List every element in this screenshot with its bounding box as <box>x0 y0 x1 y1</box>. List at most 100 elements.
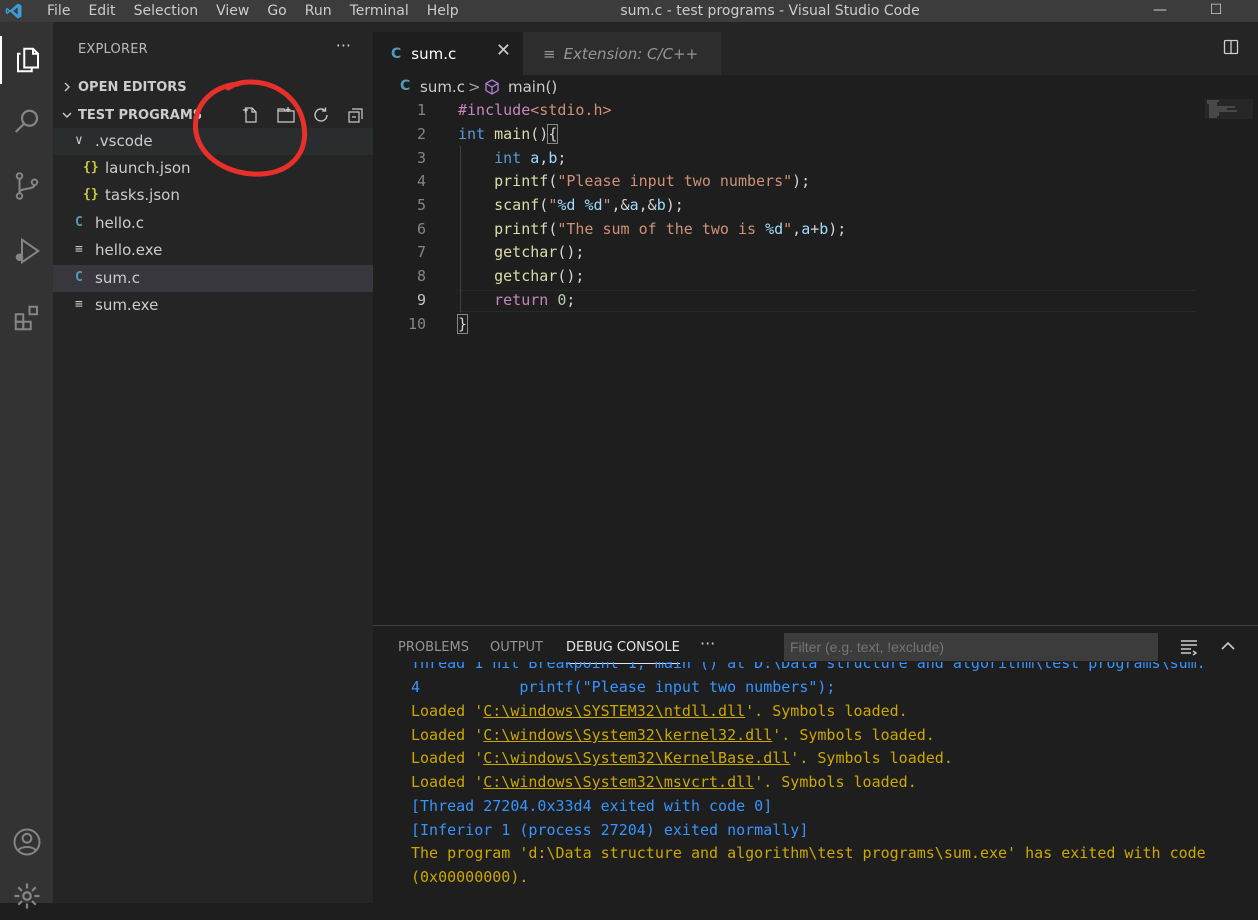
line-number: 5 <box>416 196 426 214</box>
files-icon <box>16 47 39 73</box>
tree-item-label: sum.exe <box>95 296 159 314</box>
console-line: Thread 1 hit Breakpoint 1, main () at D:… <box>411 662 1206 672</box>
tree-item-label: sum.c <box>95 269 140 287</box>
c-file-icon: C <box>75 215 83 230</box>
menu-go[interactable]: Go <box>258 0 295 22</box>
menu-run[interactable]: Run <box>296 0 341 22</box>
line-number: 9 <box>416 291 426 309</box>
new-folder-button[interactable] <box>275 105 297 125</box>
new-folder-icon <box>277 107 295 123</box>
tab-label: sum.c <box>411 44 457 63</box>
minimap[interactable] <box>1205 99 1253 119</box>
c-file-icon: C <box>75 270 83 285</box>
line-number: 7 <box>416 243 426 261</box>
panel-more-button[interactable]: ··· <box>700 634 715 653</box>
breadcrumb-separator: > <box>468 78 481 96</box>
refresh-icon <box>314 107 328 122</box>
file-link[interactable]: C:\windows\System32\KernelBase.dll <box>483 749 790 767</box>
console-line: Loaded 'C:\windows\System32\kernel32.dll… <box>411 726 935 744</box>
folder-label: TEST PROGRAMS <box>78 108 203 123</box>
tab-extension-cpp[interactable]: ≡ Extension: C/C++ <box>523 32 721 75</box>
folder-section[interactable]: TEST PROGRAMS <box>53 102 373 129</box>
explorer-more-button[interactable]: ··· <box>336 36 351 55</box>
menu-bar: File Edit Selection View Go Run Terminal… <box>38 0 468 22</box>
maximize-button[interactable]: ☐ <box>1198 0 1234 22</box>
method-icon <box>485 79 499 95</box>
tree-item-label: hello.exe <box>95 241 163 259</box>
file-link[interactable]: C:\windows\System32\kernel32.dll <box>483 726 772 744</box>
json-file-icon: {} <box>83 160 99 175</box>
menu-view[interactable]: View <box>207 0 258 22</box>
line-number: 1 <box>416 101 426 119</box>
word-wrap-icon[interactable] <box>1179 636 1199 656</box>
search-icon <box>14 109 38 133</box>
tree-file-hello-exe[interactable]: ≡ hello.exe <box>53 237 373 264</box>
tree-file-launch-json[interactable]: {} launch.json <box>53 155 373 182</box>
menu-file[interactable]: File <box>38 0 79 22</box>
collapse-all-button[interactable] <box>345 105 367 125</box>
file-link[interactable]: C:\windows\SYSTEM32\ntdll.dll <box>483 702 745 720</box>
search-activity[interactable] <box>0 98 53 146</box>
menu-terminal[interactable]: Terminal <box>341 0 418 22</box>
tab-problems[interactable]: PROBLEMS <box>398 640 469 655</box>
minimize-button[interactable]: — <box>1142 0 1178 22</box>
code-line-6: printf("The sum of the two is %d",a+b); <box>494 220 847 238</box>
tree-file-tasks-json[interactable]: {} tasks.json <box>53 182 373 209</box>
chevron-up-icon[interactable] <box>1218 636 1238 656</box>
editor-tabs: C sum.c ✕ ≡ Extension: C/C++ <box>373 22 1258 75</box>
new-file-button[interactable] <box>240 105 262 125</box>
c-file-icon: C <box>400 78 411 94</box>
close-icon[interactable]: ✕ <box>496 40 511 61</box>
menu-selection[interactable]: Selection <box>125 0 208 22</box>
console-line: (0x00000000). <box>411 868 529 886</box>
tab-output[interactable]: OUTPUT <box>490 640 543 655</box>
tree-item-label: hello.c <box>95 214 144 232</box>
line-number: 3 <box>416 149 426 167</box>
refresh-button[interactable] <box>310 105 332 125</box>
chevron-down-icon <box>62 112 72 118</box>
preview-icon: ≡ <box>543 44 556 63</box>
menu-help[interactable]: Help <box>418 0 468 22</box>
breadcrumb-symbol[interactable]: main() <box>508 78 557 96</box>
code-editor[interactable]: 1 2 3 4 5 6 7 8 9 10 #include<stdio.h> i… <box>373 99 1258 625</box>
split-editor-icon[interactable] <box>1223 39 1239 55</box>
run-debug-activity[interactable] <box>0 227 53 275</box>
chevron-right-icon <box>64 82 70 92</box>
console-line: [Thread 27204.0x33d4 exited with code 0] <box>411 797 773 815</box>
console-line: Loaded 'C:\windows\System32\KernelBase.d… <box>411 749 953 767</box>
manage-activity[interactable] <box>0 872 53 920</box>
source-control-activity[interactable] <box>0 162 53 210</box>
menu-edit[interactable]: Edit <box>79 0 124 22</box>
extensions-activity[interactable] <box>0 294 53 342</box>
console-line: The program 'd:\Data structure and algor… <box>411 844 1206 862</box>
line-number: 8 <box>416 267 426 285</box>
tree-file-sum-c[interactable]: C sum.c <box>53 265 373 292</box>
console-line: [Inferior 1 (process 27204) exited norma… <box>411 821 809 839</box>
window-title: sum.c - test programs - Visual Studio Co… <box>620 3 920 19</box>
tree-item-label: launch.json <box>105 159 191 177</box>
accounts-activity[interactable] <box>0 818 53 866</box>
code-line-7: getchar(); <box>494 243 585 261</box>
tree-file-hello-c[interactable]: C hello.c <box>53 210 373 237</box>
filter-input[interactable] <box>784 633 1158 661</box>
tree-file-sum-exe[interactable]: ≡ sum.exe <box>53 292 373 319</box>
open-editors-section[interactable]: OPEN EDITORS <box>53 74 373 100</box>
console-line: 4 printf("Please input two numbers"); <box>411 678 836 696</box>
json-file-icon: {} <box>83 187 99 202</box>
line-number: 4 <box>416 172 426 190</box>
tree-folder-vscode[interactable]: ∨ .vscode <box>53 128 373 155</box>
tree-item-label: .vscode <box>95 132 153 150</box>
explorer-title: EXPLORER <box>78 42 148 57</box>
code-line-5: scanf("%d %d",&a,&b); <box>494 196 684 214</box>
explorer-activity[interactable] <box>0 36 53 84</box>
text-file-icon: ≡ <box>75 297 83 312</box>
chevron-down-icon: ∨ <box>75 133 83 148</box>
folder-toolbar <box>240 105 367 125</box>
code-line-8: getchar(); <box>494 267 585 285</box>
file-link[interactable]: C:\windows\System32\msvcrt.dll <box>483 773 754 791</box>
run-debug-icon <box>15 237 40 265</box>
breadcrumb-file[interactable]: sum.c <box>420 78 465 96</box>
line-number: 10 <box>407 315 426 333</box>
tab-debug-console[interactable]: DEBUG CONSOLE <box>566 640 680 664</box>
tab-sum-c[interactable]: C sum.c ✕ <box>373 32 523 75</box>
